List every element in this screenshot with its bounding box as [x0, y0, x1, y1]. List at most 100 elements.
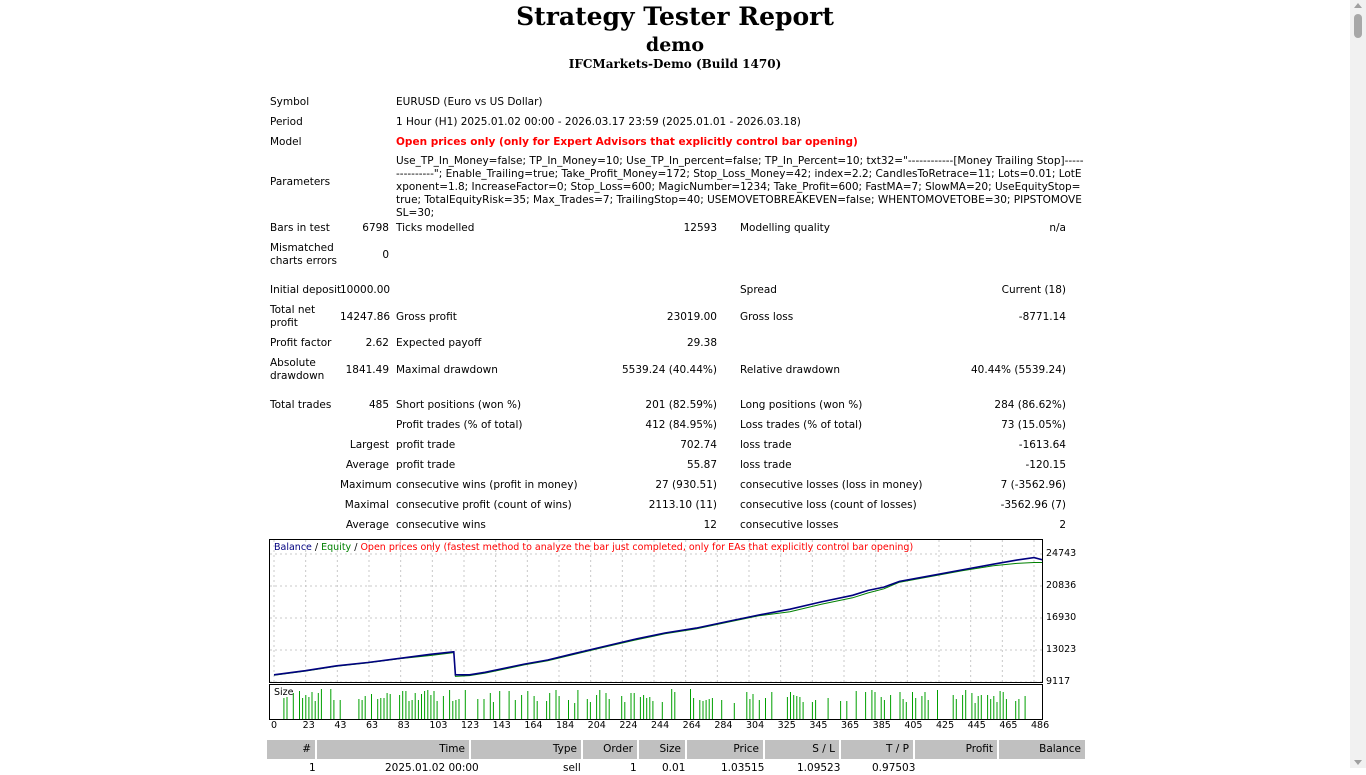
deposit-value: 10000.00: [340, 284, 391, 296]
ticks-label: Ticks modelled: [396, 222, 475, 234]
y-tick-label: 20836: [1046, 580, 1077, 591]
row1-type: sell: [563, 762, 581, 774]
vertical-scrollbar[interactable]: [1350, 0, 1366, 768]
bars-value: 6798: [362, 222, 389, 234]
size-bar: [586, 699, 588, 719]
size-bar: [596, 695, 598, 719]
legend-note: Open prices only (fastest method to anal…: [360, 542, 914, 553]
scroll-up-arrow-icon[interactable]: [1354, 3, 1362, 8]
size-bar: [302, 698, 304, 719]
balance-chart: Balance / Equity / Open prices only (fas…: [269, 539, 1043, 683]
size-bar: [765, 698, 766, 719]
average-lt-value: -120.15: [1025, 459, 1066, 471]
size-bar: [333, 700, 335, 719]
losstrades-label: Loss trades (% of total): [740, 419, 863, 431]
size-bar: [399, 695, 401, 719]
size-bar: [799, 697, 801, 719]
size-bar: [339, 700, 341, 719]
x-tick-label: 164: [524, 720, 543, 731]
size-bar: [536, 701, 538, 719]
row1-size: 0.01: [662, 762, 686, 774]
size-bar: [430, 695, 432, 719]
size-bar: [905, 702, 907, 719]
losstrades-value: 73 (15.05%): [1001, 419, 1066, 431]
size-bar: [361, 700, 363, 719]
size-bar: [855, 691, 857, 719]
size-bar: [711, 698, 713, 719]
size-bar: [383, 698, 385, 719]
x-tick-label: 465: [999, 720, 1018, 731]
avg-cl-label: consecutive losses: [740, 519, 839, 531]
size-bar: [708, 699, 710, 719]
size-bar: [314, 701, 316, 719]
size-bar: [633, 693, 635, 719]
average-pt-label: profit trade: [396, 459, 456, 471]
size-bar: [758, 700, 760, 719]
legend-balance: Balance: [274, 542, 312, 553]
size-bar: [865, 692, 867, 719]
quality-value: n/a: [1049, 222, 1066, 234]
scroll-down-arrow-icon[interactable]: [1354, 760, 1362, 765]
size-bar: [386, 693, 388, 719]
size-bar: [990, 699, 992, 719]
netprofit-label-1: Total net: [270, 304, 316, 316]
size-bar: [371, 694, 372, 719]
size-bar: [705, 700, 707, 719]
size-bar: [433, 691, 435, 719]
maximum-label: Maximum: [340, 479, 392, 491]
trades-label: Total trades: [270, 399, 332, 411]
x-tick-label: 143: [492, 720, 511, 731]
size-bar: [1002, 692, 1004, 719]
size-bar: [793, 695, 795, 719]
scroll-thumb[interactable]: [1354, 14, 1362, 38]
x-tick-label: 445: [967, 720, 986, 731]
largest-label: Largest: [349, 439, 389, 451]
size-bar: [1024, 696, 1026, 719]
size-bar: [980, 695, 982, 719]
y-tick-label: 13023: [1046, 644, 1077, 655]
report-server: IFCMarkets-Demo (Build 1470): [568, 57, 782, 71]
size-bar: [883, 700, 885, 719]
size-bar: [999, 691, 1001, 719]
size-bar: [661, 702, 663, 719]
maximal-cp-value: 2113.10 (11): [648, 499, 717, 511]
maximal-cl-label: consecutive loss (count of losses): [740, 499, 917, 511]
row1-price: 1.03515: [721, 762, 765, 774]
x-tick-label: 264: [682, 720, 701, 731]
parameters-label: Parameters: [270, 176, 331, 188]
x-tick-label: 284: [714, 720, 733, 731]
size-bar: [449, 690, 451, 719]
period-label: Period: [270, 116, 303, 128]
size-bar: [317, 693, 319, 719]
size-bar: [974, 703, 976, 719]
x-tick-label: 304: [746, 720, 765, 731]
x-tick-label: 244: [651, 720, 670, 731]
size-bar: [414, 693, 416, 719]
largest-lt-value: -1613.64: [1018, 439, 1066, 451]
size-bar: [555, 690, 557, 719]
balance-chart-plot: [270, 540, 1042, 682]
average-pt-value: 55.87: [686, 459, 717, 471]
report-page: Strategy Tester Report demo IFCMarkets-D…: [0, 0, 1350, 774]
row1-order: 1: [630, 762, 637, 774]
size-bar: [624, 702, 626, 719]
size-bar: [987, 695, 989, 719]
size-bar: [549, 693, 551, 719]
size-bar: [442, 696, 444, 719]
size-bar: [283, 698, 285, 719]
size-bar: [1015, 701, 1017, 719]
size-bar: [952, 695, 954, 719]
size-bar: [937, 690, 938, 719]
pf-value: 2.62: [365, 337, 389, 349]
size-bar: [811, 702, 813, 719]
size-bar: [693, 698, 695, 719]
size-bar: [464, 690, 466, 719]
grossloss-label: Gross loss: [740, 311, 794, 323]
short-value: 201 (82.59%): [645, 399, 717, 411]
size-bar: [408, 701, 410, 719]
size-bar: [639, 697, 641, 719]
symbol-label: Symbol: [270, 96, 310, 108]
trades-value: 485: [368, 399, 389, 411]
size-bar: [746, 692, 748, 719]
size-bar: [846, 701, 848, 719]
